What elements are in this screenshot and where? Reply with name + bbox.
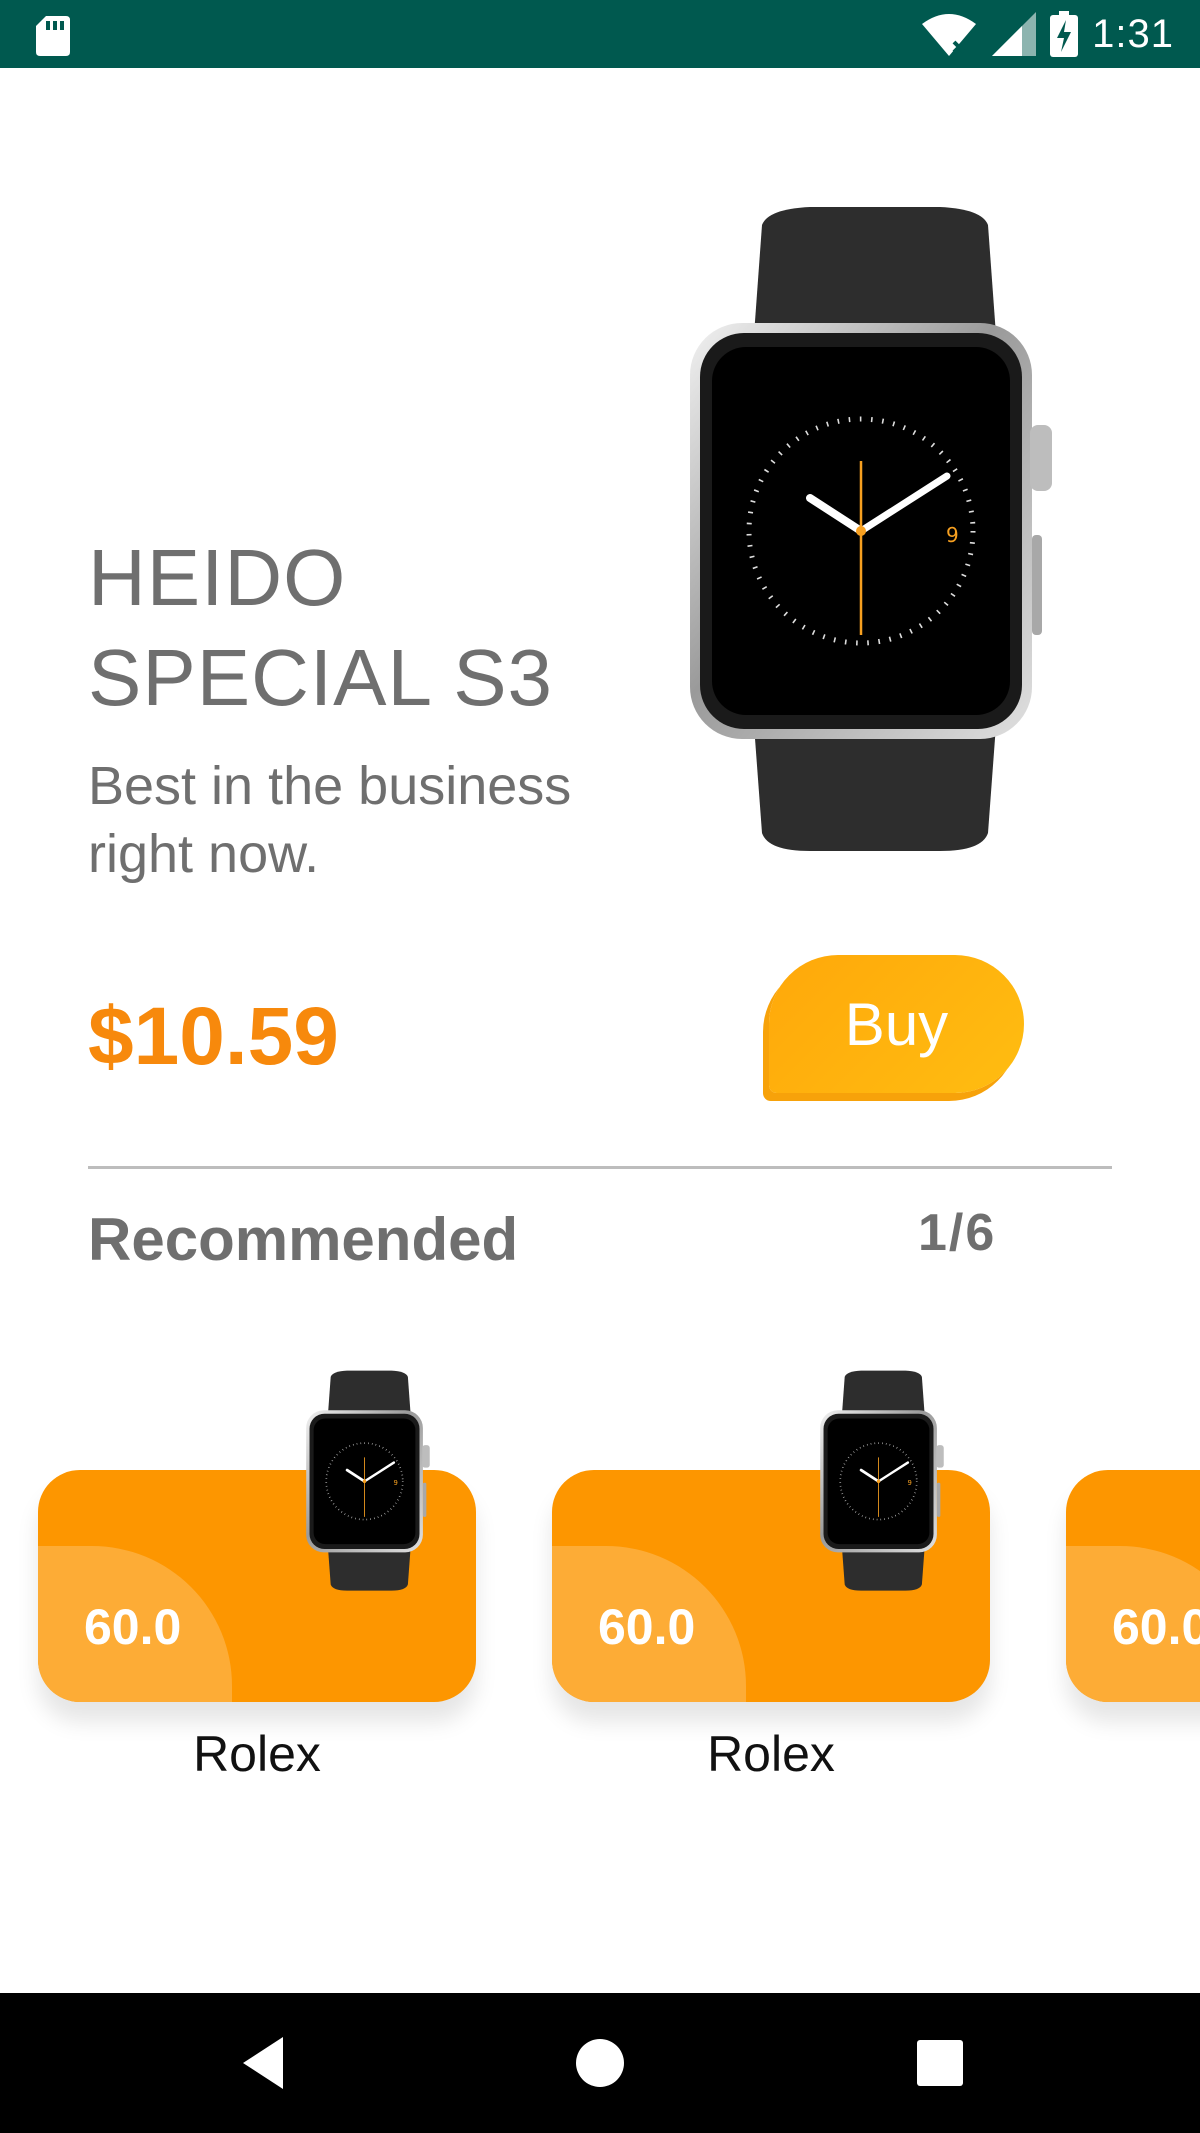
card-name: Rolex — [707, 1726, 835, 1782]
cell-signal-icon — [992, 12, 1037, 56]
recommended-title: Recommended — [88, 1206, 519, 1273]
home-icon[interactable] — [570, 2033, 630, 2093]
buy-button[interactable]: Buy — [769, 955, 1024, 1093]
product-subtitle-line1: Best in the business — [88, 756, 572, 816]
recommended-card[interactable]: 60.0 — [1066, 1370, 1200, 1780]
product-title-line2: SPECIAL S3 — [88, 633, 554, 722]
recommended-card[interactable]: 60.0 Rolex — [552, 1370, 990, 1782]
card-price: 60.0 — [598, 1599, 696, 1655]
card-price: 60.0 — [1112, 1599, 1200, 1655]
section-divider — [88, 1166, 1112, 1169]
battery-charging-icon — [1050, 11, 1079, 57]
status-bar: 1:31 — [0, 0, 1200, 68]
status-time: 1:31 — [1092, 11, 1174, 56]
recommended-pager: 1/6 — [918, 1204, 997, 1262]
product-subtitle-line2: right now. — [88, 824, 320, 884]
sd-card-icon — [36, 16, 70, 56]
product-price: $10.59 — [88, 991, 339, 1082]
card-watch-image — [306, 1370, 436, 1592]
card-price: 60.0 — [84, 1599, 182, 1655]
buy-button-label: Buy — [844, 990, 949, 1058]
app-screen: 1:31 HEIDO SPECIAL S3 Best in the busine… — [0, 0, 1200, 2133]
product-title-line1: HEIDO — [88, 533, 347, 622]
product-subtitle: Best in the business right now. — [88, 752, 648, 888]
recents-icon[interactable] — [910, 2033, 970, 2093]
card-watch-image — [820, 1370, 950, 1592]
recommended-card[interactable]: 60.0 Rolex — [38, 1370, 476, 1782]
back-icon[interactable] — [235, 2033, 295, 2093]
product-title: HEIDO SPECIAL S3 — [88, 528, 648, 728]
navigation-bar — [0, 1993, 1200, 2133]
wifi-icon — [922, 14, 977, 56]
status-icons: 1:31 — [920, 8, 1174, 60]
product-image — [690, 205, 1070, 855]
card-background — [1066, 1470, 1200, 1702]
card-name: Rolex — [193, 1726, 321, 1782]
